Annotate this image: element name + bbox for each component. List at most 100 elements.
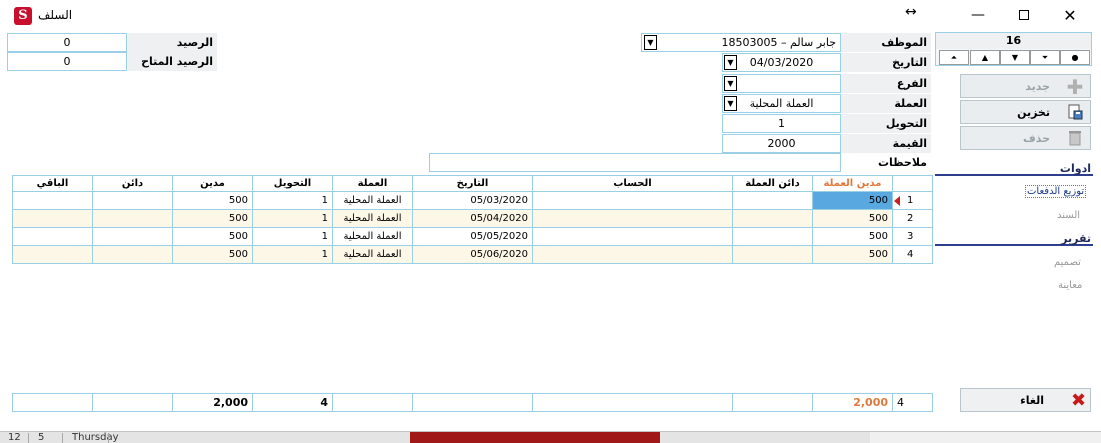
cell-credit[interactable]: [92, 191, 173, 210]
minimize-button[interactable]: —: [955, 0, 1001, 31]
balance-label: الرصيد: [127, 33, 217, 52]
col-debit[interactable]: مدين: [172, 175, 253, 192]
total-remaining: [12, 393, 93, 412]
table-row[interactable]: 500 1 العملة المحلية 05/03/2020 500 1: [12, 191, 933, 210]
conversion-field[interactable]: 1: [722, 114, 841, 133]
cell-conversion[interactable]: 1: [252, 191, 333, 210]
conversion-label: التحويل: [841, 114, 931, 133]
cell-date[interactable]: 05/06/2020: [412, 245, 533, 264]
cell-conversion[interactable]: 1: [252, 209, 333, 228]
cell-debit[interactable]: 500: [172, 191, 253, 210]
total-conversion: 4: [252, 393, 333, 412]
move-icon[interactable]: ↔: [905, 4, 917, 20]
cell-date[interactable]: 05/03/2020: [412, 191, 533, 210]
taskbar-separator: [62, 433, 63, 443]
new-record-nav-button[interactable]: ●: [1060, 50, 1090, 65]
previous-record-button[interactable]: ▲: [970, 50, 1000, 65]
cell-credit[interactable]: [92, 209, 173, 228]
total-debit-currency: 2,000: [812, 393, 893, 412]
col-date[interactable]: التاريخ: [412, 175, 533, 192]
date-field[interactable]: 04/03/2020: [722, 53, 841, 72]
cell-remaining[interactable]: [12, 245, 93, 264]
cell-account[interactable]: [532, 191, 733, 210]
branch-dropdown-icon[interactable]: ▼: [724, 76, 737, 91]
col-credit[interactable]: دائن: [92, 175, 173, 192]
cell-currency[interactable]: العملة المحلية: [332, 209, 413, 228]
cell-credit[interactable]: [92, 227, 173, 246]
taskbar-separator: [28, 433, 29, 443]
currency-dropdown-icon[interactable]: ▼: [724, 96, 737, 111]
table-row[interactable]: 500 1 العملة المحلية 05/05/2020 500 3: [12, 227, 933, 246]
col-credit-currency[interactable]: دائن العملة: [732, 175, 813, 192]
new-button[interactable]: جديد ✚: [960, 74, 1091, 98]
total-credit-currency: [732, 393, 813, 412]
trash-icon: [1066, 130, 1084, 148]
table-row[interactable]: 500 1 العملة المحلية 05/06/2020 500 4: [12, 245, 933, 264]
cell-account[interactable]: [532, 209, 733, 228]
amount-field[interactable]: 2000: [722, 134, 841, 153]
design-link[interactable]: تصميم: [1054, 257, 1081, 268]
cell-remaining[interactable]: [12, 209, 93, 228]
cell-debit[interactable]: 500: [172, 227, 253, 246]
cell-account[interactable]: [532, 245, 733, 264]
cell-credit-currency[interactable]: [732, 227, 813, 246]
last-record-button[interactable]: ⏷: [1030, 50, 1060, 65]
maximize-icon: [1019, 10, 1029, 20]
preview-link[interactable]: معاينة: [1058, 280, 1082, 291]
maximize-button[interactable]: [1001, 0, 1047, 31]
col-conversion[interactable]: التحويل: [252, 175, 333, 192]
date-label: التاريخ: [841, 53, 931, 72]
cell-date[interactable]: 05/04/2020: [412, 209, 533, 228]
cell-debit-currency[interactable]: 500: [812, 245, 893, 264]
currency-field[interactable]: العملة المحلية: [722, 94, 841, 113]
cell-debit[interactable]: 500: [172, 209, 253, 228]
cell-credit-currency[interactable]: [732, 209, 813, 228]
cell-debit[interactable]: 500: [172, 245, 253, 264]
cell-remaining[interactable]: [12, 191, 93, 210]
cell-credit-currency[interactable]: [732, 191, 813, 210]
title-bar: S السلف ↔ — ✕: [0, 0, 1101, 31]
cell-conversion[interactable]: 1: [252, 245, 333, 264]
cell-currency[interactable]: العملة المحلية: [332, 191, 413, 210]
date-dropdown-icon[interactable]: ▼: [724, 55, 737, 70]
employee-field[interactable]: 18503005 – جابر سالم: [641, 33, 841, 52]
cell-credit-currency[interactable]: [732, 245, 813, 264]
cell-remaining[interactable]: [12, 227, 93, 246]
cell-currency[interactable]: العملة المحلية: [332, 227, 413, 246]
next-record-button[interactable]: ▼: [1000, 50, 1030, 65]
window-title: السلف: [38, 8, 73, 22]
taskbar-background-image: [410, 432, 660, 443]
total-debit: 2,000: [172, 393, 253, 412]
voucher-link[interactable]: السند: [1057, 210, 1080, 221]
row-number: 4: [892, 245, 933, 264]
col-account[interactable]: الحساب: [532, 175, 733, 192]
cell-debit-currency[interactable]: 500: [812, 227, 893, 246]
col-debit-currency[interactable]: مدين العملة: [812, 175, 893, 192]
cell-debit-currency[interactable]: 500: [812, 191, 893, 210]
total-currency: [332, 393, 413, 412]
employee-dropdown-icon[interactable]: ▼: [644, 35, 657, 50]
taskbar-item-a: 12: [8, 432, 21, 443]
available-balance-label: الرصيد المتاح: [127, 52, 217, 71]
branch-field[interactable]: [722, 74, 841, 93]
currency-label: العملة: [841, 94, 931, 113]
first-record-button[interactable]: ⏶: [939, 50, 969, 65]
cell-account[interactable]: [532, 227, 733, 246]
col-remaining[interactable]: الباقي: [12, 175, 93, 192]
notes-field[interactable]: [429, 153, 841, 172]
cell-date[interactable]: 05/05/2020: [412, 227, 533, 246]
taskbar-day: Thursday: [72, 432, 119, 443]
col-currency[interactable]: العملة: [332, 175, 413, 192]
cell-debit-currency[interactable]: 500: [812, 209, 893, 228]
cancel-button[interactable]: الغاء ✖: [960, 388, 1091, 412]
cell-conversion[interactable]: 1: [252, 227, 333, 246]
save-button[interactable]: تخزين: [960, 100, 1091, 124]
cell-credit[interactable]: [92, 245, 173, 264]
distribute-payments-link[interactable]: توزيع الدفعات: [1025, 185, 1087, 198]
close-button[interactable]: ✕: [1047, 0, 1093, 31]
cell-currency[interactable]: العملة المحلية: [332, 245, 413, 264]
row-number: 3: [892, 227, 933, 246]
notes-label: ملاحظات: [841, 153, 931, 172]
delete-button[interactable]: حذف: [960, 126, 1091, 150]
table-row[interactable]: 500 1 العملة المحلية 05/04/2020 500 2: [12, 209, 933, 228]
